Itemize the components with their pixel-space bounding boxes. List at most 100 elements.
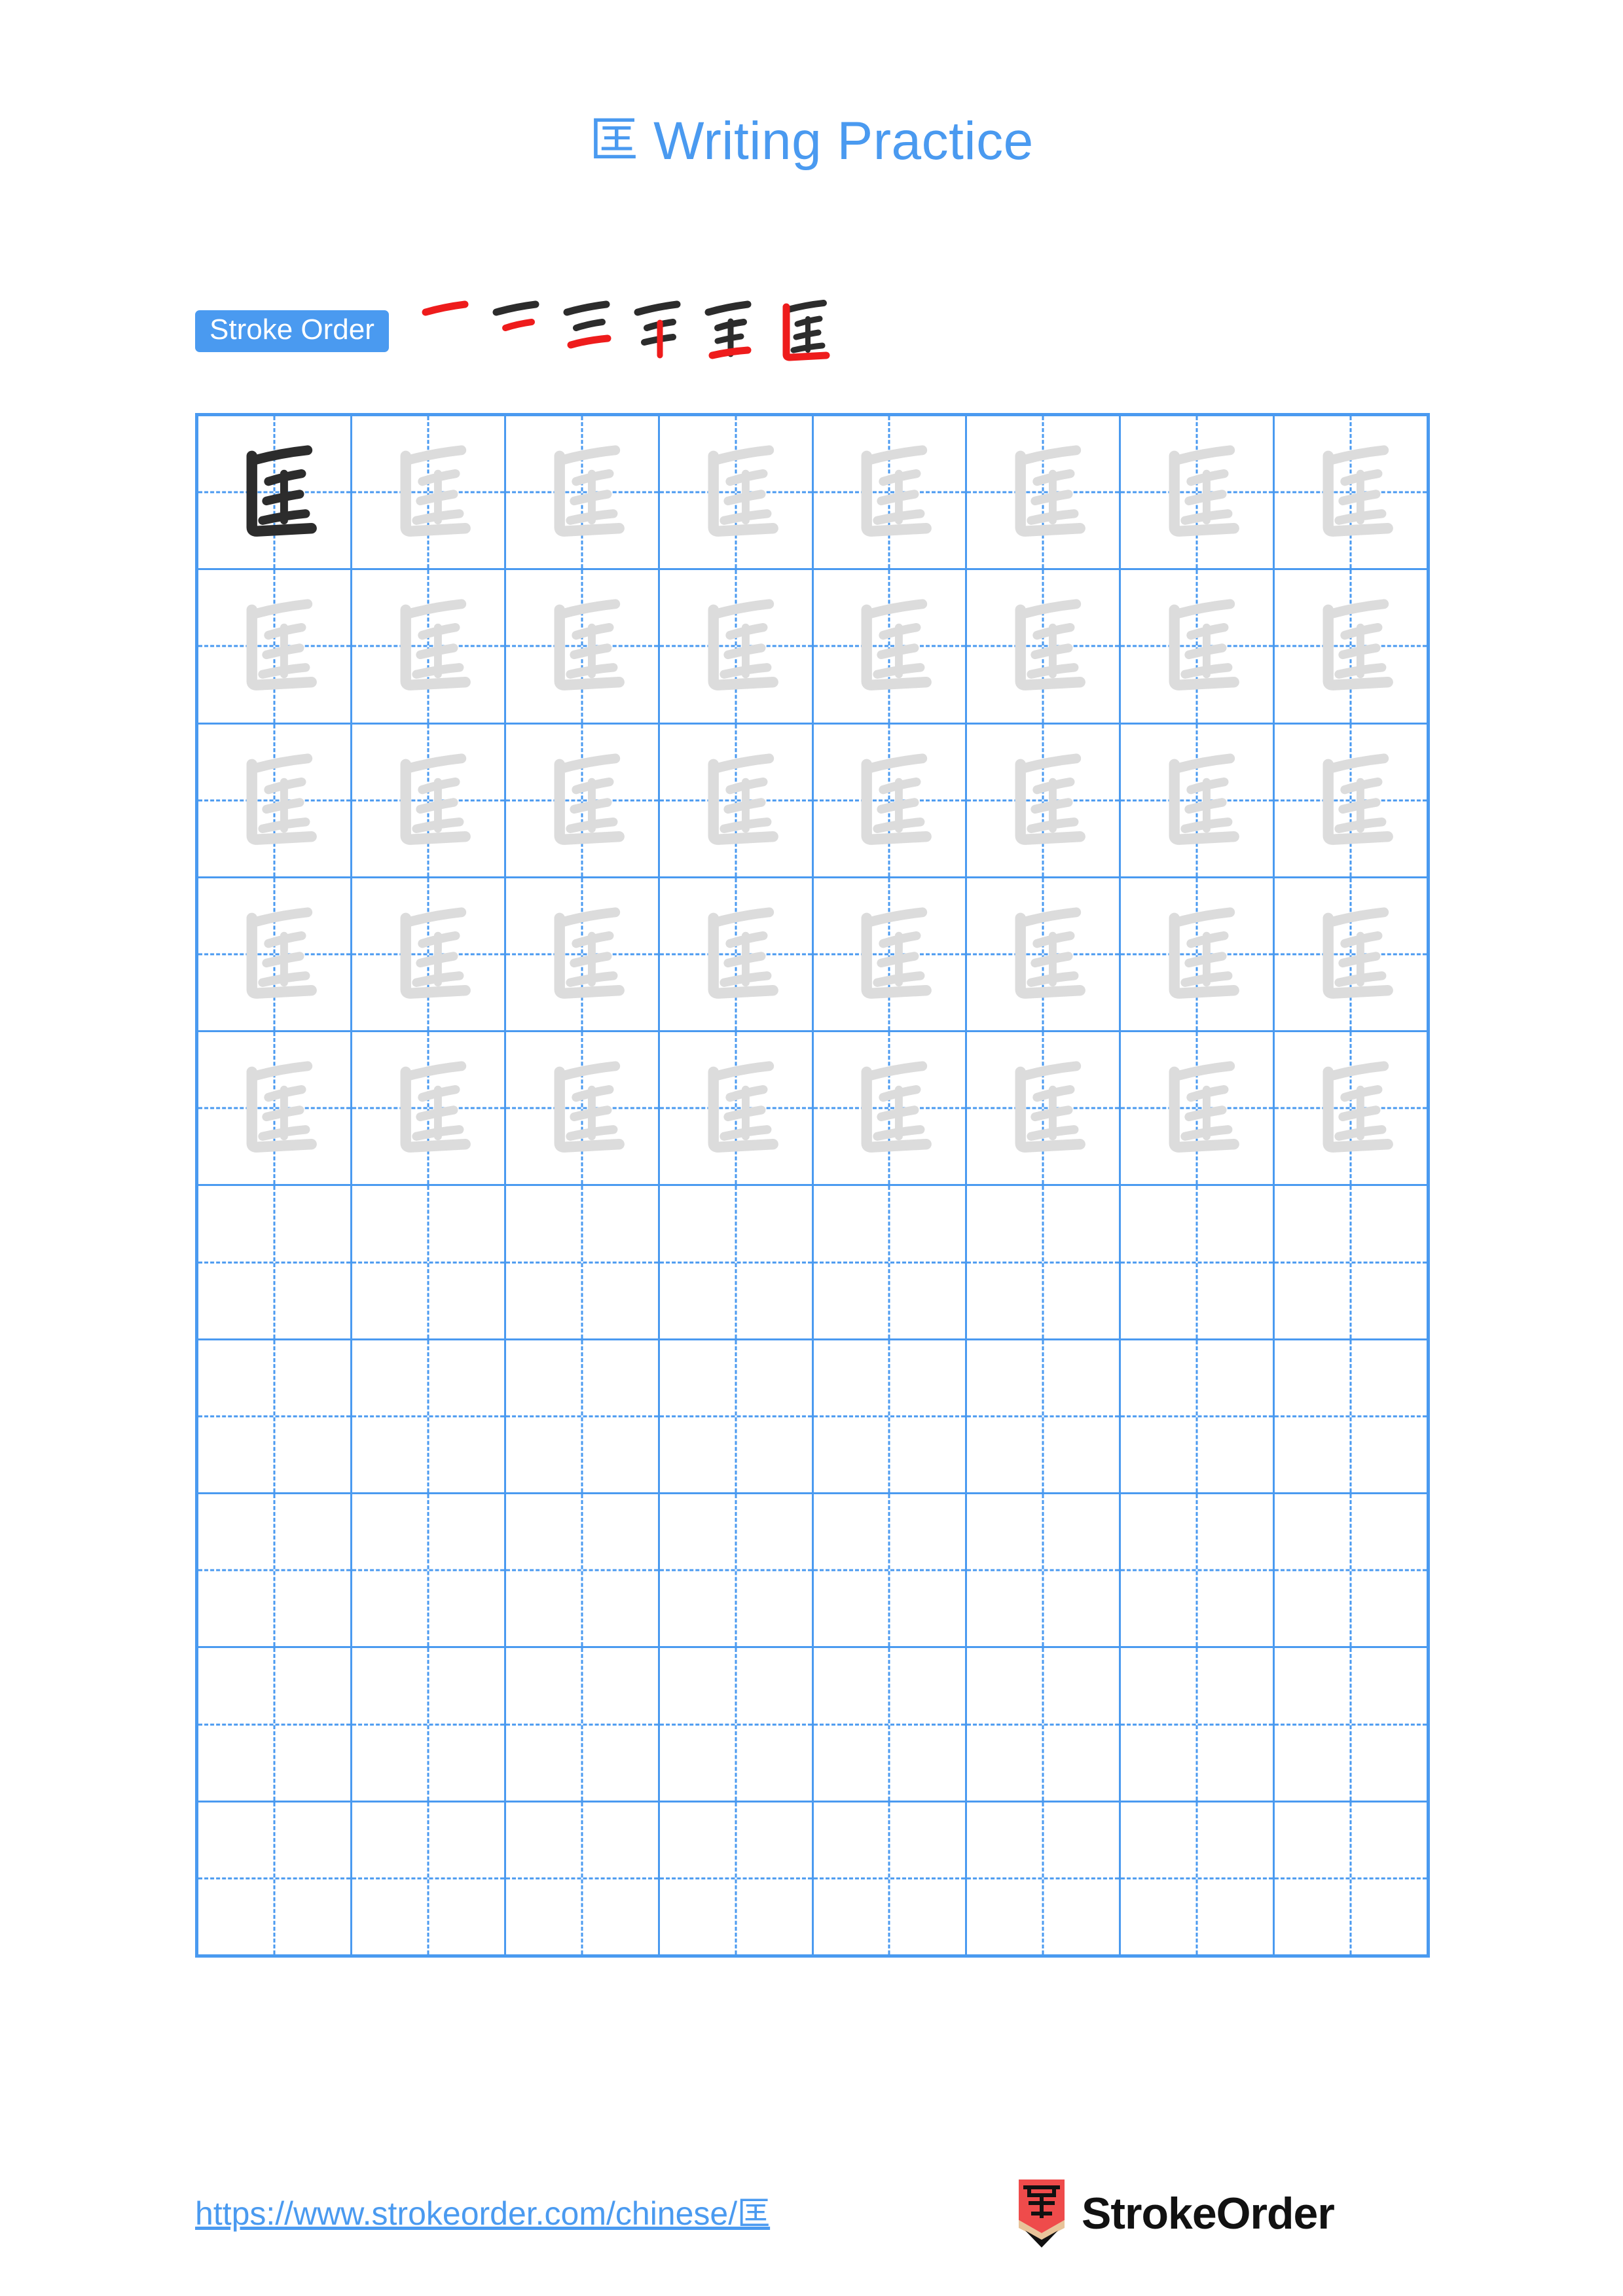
practice-cell-blank[interactable] <box>506 1186 660 1338</box>
trace-character-glyph <box>1275 1032 1427 1184</box>
practice-cell-trace[interactable] <box>1121 416 1275 569</box>
practice-cell-blank[interactable] <box>1275 1494 1427 1646</box>
trace-character-glyph <box>967 416 1119 568</box>
practice-cell-blank[interactable] <box>1121 1186 1275 1338</box>
practice-cell-trace[interactable] <box>1121 1032 1275 1185</box>
practice-cell-blank[interactable] <box>660 1648 814 1801</box>
practice-cell-trace[interactable] <box>1275 570 1427 722</box>
practice-cell-blank[interactable] <box>967 1648 1122 1801</box>
practice-cell-trace[interactable] <box>352 416 506 569</box>
practice-cell-blank[interactable] <box>814 1802 968 1954</box>
practice-cell-trace[interactable] <box>198 570 352 723</box>
practice-cell-blank[interactable] <box>352 1802 506 1954</box>
practice-cell-trace[interactable] <box>1275 416 1427 568</box>
practice-cell-blank[interactable] <box>352 1340 506 1493</box>
practice-cell-blank[interactable] <box>506 1494 660 1647</box>
trace-character-glyph <box>198 878 350 1030</box>
practice-cell-trace[interactable] <box>1121 570 1275 723</box>
practice-grid-row <box>198 1648 1427 1803</box>
practice-cell-trace[interactable] <box>660 878 814 1031</box>
practice-cell-blank[interactable] <box>198 1186 352 1338</box>
practice-cell-trace[interactable] <box>506 416 660 569</box>
trace-character-glyph <box>198 725 350 876</box>
practice-cell-blank[interactable] <box>352 1186 506 1338</box>
practice-cell-blank[interactable] <box>506 1340 660 1493</box>
practice-cell-blank[interactable] <box>660 1802 814 1954</box>
practice-cell-blank[interactable] <box>198 1494 352 1647</box>
practice-cell-trace[interactable] <box>198 1032 352 1185</box>
practice-cell-trace[interactable] <box>352 878 506 1031</box>
practice-cell-blank[interactable] <box>1121 1340 1275 1493</box>
practice-cell-trace[interactable] <box>1275 725 1427 876</box>
trace-character-glyph <box>1121 1032 1273 1184</box>
practice-cell-trace[interactable] <box>352 570 506 723</box>
practice-cell-blank[interactable] <box>198 1340 352 1493</box>
source-url-link[interactable]: https://www.strokeorder.com/chinese/匡 <box>195 2187 770 2234</box>
practice-cell-blank[interactable] <box>198 1648 352 1801</box>
practice-cell-trace[interactable] <box>967 878 1122 1031</box>
practice-cell-blank[interactable] <box>967 1494 1122 1647</box>
practice-cell-blank[interactable] <box>967 1186 1122 1338</box>
practice-cell-blank[interactable] <box>814 1186 968 1338</box>
practice-cell-trace[interactable] <box>506 1032 660 1185</box>
practice-cell-trace[interactable] <box>1121 878 1275 1031</box>
practice-cell-trace[interactable] <box>352 1032 506 1185</box>
stroke-order-badge: Stroke Order <box>195 310 389 352</box>
practice-cell-blank[interactable] <box>506 1802 660 1954</box>
trace-character-glyph <box>660 725 812 876</box>
trace-character-glyph <box>660 416 812 568</box>
practice-cell-trace[interactable] <box>506 724 660 876</box>
practice-cell-blank[interactable] <box>1275 1186 1427 1338</box>
trace-character-glyph <box>352 416 504 568</box>
practice-cell-trace[interactable] <box>198 878 352 1031</box>
practice-cell-blank[interactable] <box>506 1648 660 1801</box>
stroke-order-step-list <box>412 293 837 370</box>
practice-grid <box>195 413 1430 1958</box>
stroke-order-section: Stroke Order <box>195 300 837 361</box>
practice-grid-row <box>198 1186 1427 1340</box>
practice-cell-blank[interactable] <box>814 1494 968 1647</box>
practice-grid-row <box>198 1802 1427 1954</box>
practice-cell-trace[interactable] <box>660 724 814 876</box>
practice-cell-blank[interactable] <box>1275 1803 1427 1954</box>
practice-cell-blank[interactable] <box>660 1494 814 1647</box>
practice-cell-trace[interactable] <box>1275 878 1427 1030</box>
practice-cell-trace[interactable] <box>967 1032 1122 1185</box>
practice-cell-trace[interactable] <box>660 570 814 723</box>
practice-cell-blank[interactable] <box>814 1340 968 1493</box>
practice-cell-blank[interactable] <box>1275 1340 1427 1492</box>
practice-cell-trace[interactable] <box>814 416 968 569</box>
practice-cell-trace[interactable] <box>660 1032 814 1185</box>
practice-cell-blank[interactable] <box>1275 1648 1427 1800</box>
practice-cell-blank[interactable] <box>1121 1802 1275 1954</box>
practice-cell-blank[interactable] <box>198 1802 352 1954</box>
page-title-text: Writing Practice <box>653 111 1034 171</box>
practice-cell-blank[interactable] <box>352 1648 506 1801</box>
practice-cell-blank[interactable] <box>660 1186 814 1338</box>
practice-cell-blank[interactable] <box>1121 1494 1275 1647</box>
practice-cell-trace[interactable] <box>1121 724 1275 876</box>
practice-cell-trace[interactable] <box>506 570 660 723</box>
practice-cell-trace[interactable] <box>506 878 660 1031</box>
practice-cell-blank[interactable] <box>660 1340 814 1493</box>
practice-cell-trace[interactable] <box>352 724 506 876</box>
practice-cell-trace[interactable] <box>967 724 1122 876</box>
practice-cell-blank[interactable] <box>967 1340 1122 1493</box>
practice-cell-blank[interactable] <box>1121 1648 1275 1801</box>
practice-cell-trace[interactable] <box>814 724 968 876</box>
practice-cell-trace[interactable] <box>814 1032 968 1185</box>
practice-cell-trace[interactable] <box>814 878 968 1031</box>
stroke-step-4 <box>625 293 695 370</box>
stroke-step-2 <box>483 293 554 370</box>
practice-cell-trace[interactable] <box>967 416 1122 569</box>
practice-cell-trace[interactable] <box>198 724 352 876</box>
practice-cell-blank[interactable] <box>814 1648 968 1801</box>
practice-cell-trace[interactable] <box>967 570 1122 723</box>
practice-cell-trace[interactable] <box>660 416 814 569</box>
practice-cell-trace[interactable] <box>1275 1032 1427 1184</box>
practice-cell-blank[interactable] <box>967 1802 1122 1954</box>
practice-cell-model[interactable] <box>198 416 352 569</box>
practice-cell-trace[interactable] <box>814 570 968 723</box>
brand-logo[interactable]: StrokeOrder <box>1016 2179 1335 2248</box>
practice-cell-blank[interactable] <box>352 1494 506 1647</box>
